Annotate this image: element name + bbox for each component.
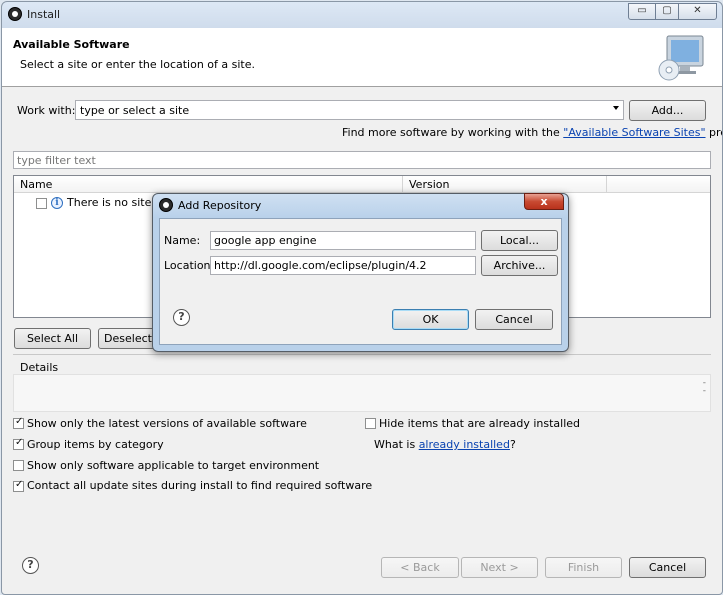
eclipse-icon [8,7,22,21]
add-site-button[interactable]: Add... [629,100,706,121]
window-title: Install [27,8,61,21]
help-icon[interactable]: ? [22,557,39,574]
option-group-category: Group items by category [27,438,164,451]
checkbox-contact-sites[interactable] [13,479,24,492]
find-more-prefix: Find more software by working with the [342,126,564,139]
dialog-close-button[interactable]: x [524,193,564,210]
finish-button[interactable]: Finish [545,557,622,578]
option-latest-versions: Show only the latest versions of availab… [27,417,307,430]
name-field[interactable]: google app engine [210,231,476,250]
eclipse-icon [159,198,173,212]
checkbox-hide-installed[interactable] [365,418,376,429]
dialog-title: Add Repository [178,199,262,212]
column-header-name[interactable]: Name [14,176,403,193]
what-is-text: What is already installed? [374,438,516,451]
page-subtitle: Select a site or enter the location of a… [20,58,256,71]
dialog-cancel-button[interactable]: Cancel [475,309,553,330]
column-header-extra [607,176,710,193]
next-button[interactable]: Next > [461,557,538,578]
option-target-environment: Show only software applicable to target … [27,459,320,472]
details-text-area[interactable]: -- [13,374,711,412]
close-icon: x [540,195,548,208]
deselect-all-button[interactable]: Deselect A [98,328,158,349]
checkbox-group-category[interactable] [13,437,24,450]
column-header-version[interactable]: Version [403,176,607,193]
cancel-button[interactable]: Cancel [629,557,706,578]
name-label: Name: [164,234,201,247]
find-more-text: Find more software by working with the "… [342,126,722,139]
option-contact-sites: Contact all update sites during install … [27,479,373,492]
filter-input[interactable]: type filter text [13,151,711,169]
filter-placeholder: type filter text [17,154,96,167]
location-label: Location: [164,259,215,272]
checkbox-latest-versions[interactable] [13,416,24,429]
what-is-suffix: ? [509,438,516,451]
info-icon: i [51,197,63,209]
location-field[interactable]: http://dl.google.com/eclipse/plugin/4.2 [210,256,476,275]
local-button[interactable]: Local... [481,230,558,251]
close-button[interactable]: ✕ [678,3,717,20]
work-with-label: Work with: [17,104,76,117]
back-button[interactable]: < Back [381,557,459,578]
add-repository-dialog: Add Repository x Name: google app engine… [152,193,569,352]
scroll-arrows-icon[interactable]: -- [703,379,706,396]
monitor-cd-icon [658,35,704,81]
archive-button[interactable]: Archive... [481,255,558,276]
option-hide-installed: Hide items that are already installed [379,417,581,430]
available-software-sites-link[interactable]: "Available Software Sites" [563,126,705,139]
title-bar[interactable]: Install ▭ ▢ ✕ [2,2,722,28]
help-icon[interactable]: ? [173,309,190,326]
details-label: Details [20,361,59,374]
ok-button[interactable]: OK [392,309,469,330]
maximize-button[interactable]: ▢ [655,3,679,20]
minimize-button[interactable]: ▭ [628,3,656,20]
dialog-body: Name: google app engine Local... Locatio… [159,218,562,345]
checkbox-target-environment[interactable] [13,460,24,471]
work-with-value: type or select a site [80,104,190,117]
wizard-header: Available Software Select a site or ente… [2,28,722,87]
chevron-down-icon[interactable] [613,106,619,110]
already-installed-link[interactable]: already installed [419,438,510,451]
row-checkbox[interactable] [36,198,47,209]
page-title: Available Software [13,38,130,51]
select-all-button[interactable]: Select All [14,328,91,349]
work-with-combo[interactable]: type or select a site [75,100,624,120]
find-more-suffix: preferences. [709,126,722,139]
what-is-prefix: What is [374,438,419,451]
